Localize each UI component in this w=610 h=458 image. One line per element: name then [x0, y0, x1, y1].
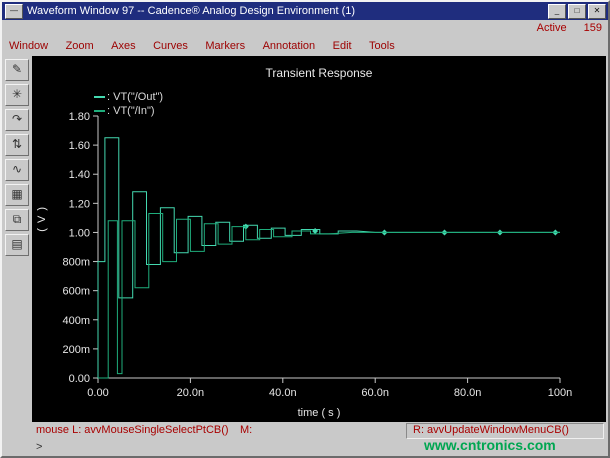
waveform-icon: ∿	[12, 162, 22, 176]
maximize-icon: □	[575, 6, 580, 15]
window-menu-icon: —	[10, 6, 18, 15]
menubar: Window Zoom Axes Curves Markers Annotati…	[2, 36, 608, 55]
legend-label-out: : VT("/Out")	[107, 91, 163, 103]
chart-box-tool-button[interactable]: ▤	[5, 234, 29, 256]
svg-text:0.00: 0.00	[69, 373, 90, 385]
plot-title: Transient Response	[32, 66, 606, 80]
window-controls: _ □ ✕	[548, 4, 606, 19]
window-title: Waveform Window 97 -- Cadence® Analog De…	[27, 2, 355, 20]
plot-area[interactable]: 0.00 200m 400m 600m 800m 1.00 1.20 1.40 1.60 1.80…	[32, 56, 606, 422]
close-icon: ✕	[594, 6, 601, 15]
legend: : VT("/Out") : VT("/In")	[94, 90, 163, 118]
svg-text:200m: 200m	[62, 344, 90, 356]
svg-text:1.20: 1.20	[69, 198, 90, 210]
grid-table-icon: ▦	[11, 187, 22, 201]
svg-text:1.60: 1.60	[69, 140, 90, 152]
svg-text:80.0n: 80.0n	[454, 387, 482, 399]
axes-tool-button[interactable]: ⇅	[5, 134, 29, 156]
menu-item-curves[interactable]: Curves	[153, 37, 188, 56]
x-axis-label: time ( s )	[32, 407, 606, 419]
stacked-windows-icon: ⧉	[13, 212, 22, 226]
legend-label-in: : VT("/In")	[107, 105, 155, 117]
maximize-button[interactable]: □	[568, 4, 586, 19]
svg-text:400m: 400m	[62, 315, 90, 327]
grid-tool-button[interactable]: ▦	[5, 184, 29, 206]
minimize-icon: _	[555, 6, 559, 15]
pencil-tool-button[interactable]: ✎	[5, 59, 29, 81]
y-axis-label: ( V )	[36, 206, 48, 232]
svg-text:1.80: 1.80	[69, 111, 90, 123]
svg-text:60.0n: 60.0n	[361, 387, 389, 399]
curved-arrow-tool-button[interactable]: ↷	[5, 109, 29, 131]
svg-text:0.00: 0.00	[87, 387, 108, 399]
window-menu-button[interactable]: —	[5, 4, 23, 19]
menu-item-markers[interactable]: Markers	[205, 37, 245, 56]
svg-text:1.40: 1.40	[69, 169, 90, 181]
menu-item-axes[interactable]: Axes	[111, 37, 135, 56]
minimize-button[interactable]: _	[548, 4, 566, 19]
svg-text:800m: 800m	[62, 257, 90, 269]
svg-text:100n: 100n	[548, 387, 572, 399]
active-status: Active 159	[2, 20, 602, 36]
svg-text:40.0n: 40.0n	[269, 387, 297, 399]
titlebar[interactable]: — Waveform Window 97 -- Cadence® Analog …	[2, 2, 608, 20]
svg-text:20.0n: 20.0n	[177, 387, 205, 399]
active-count: 159	[584, 22, 602, 34]
menu-item-zoom[interactable]: Zoom	[66, 37, 94, 56]
waveform-window: — Waveform Window 97 -- Cadence® Analog …	[0, 0, 610, 458]
watermark: www.cntronics.com	[424, 437, 556, 453]
mouse-middle-binding: M:	[240, 424, 252, 436]
menu-item-edit[interactable]: Edit	[333, 37, 352, 56]
mouse-left-binding: mouse L: avvMouseSingleSelectPtCB()	[36, 424, 229, 436]
active-label: Active	[537, 22, 567, 34]
starburst-icon: ✳	[12, 87, 22, 101]
toolbar: ✎ ✳ ↷ ⇅ ∿ ▦ ⧉ ▤	[2, 56, 32, 418]
out-trace-swatch-icon	[94, 96, 105, 98]
pencil-icon: ✎	[12, 62, 22, 76]
waveform-tool-button[interactable]: ∿	[5, 159, 29, 181]
menu-item-tools[interactable]: Tools	[369, 37, 395, 56]
menu-item-annotation[interactable]: Annotation	[263, 37, 316, 56]
in-trace-swatch-icon	[94, 110, 105, 112]
prompt: >	[36, 441, 42, 453]
legend-item-in[interactable]: : VT("/In")	[94, 104, 163, 118]
svg-text:600m: 600m	[62, 286, 90, 298]
svg-text:1.00: 1.00	[69, 227, 90, 239]
axes-arrows-icon: ⇅	[12, 137, 22, 151]
starburst-tool-button[interactable]: ✳	[5, 84, 29, 106]
mouse-right-binding: R: avvUpdateWindowMenuCB()	[413, 424, 569, 436]
menu-item-window[interactable]: Window	[9, 37, 48, 56]
curved-arrow-icon: ↷	[12, 112, 22, 126]
legend-item-out[interactable]: : VT("/Out")	[94, 90, 163, 104]
close-button[interactable]: ✕	[588, 4, 606, 19]
windows-tool-button[interactable]: ⧉	[5, 209, 29, 231]
chart-box-icon: ▤	[11, 237, 22, 251]
